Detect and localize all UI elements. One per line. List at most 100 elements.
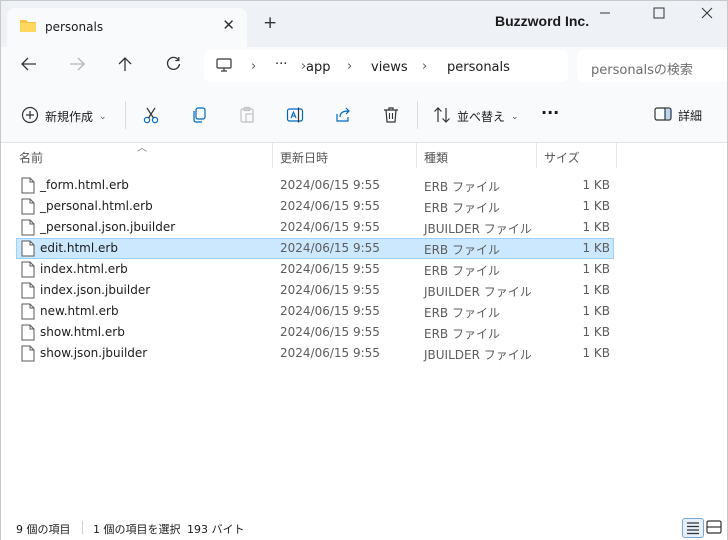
more-options-button[interactable]: ···: [541, 103, 559, 122]
up-arrow-icon[interactable]: [115, 56, 135, 76]
refresh-icon[interactable]: [163, 56, 183, 75]
column-size[interactable]: サイズ: [544, 149, 580, 166]
folder-icon: [19, 18, 37, 36]
file-type: ERB ファイル: [424, 306, 500, 320]
file-size: 1 KB: [582, 178, 610, 192]
details-pane-button[interactable]: 詳細: [654, 106, 702, 125]
file-date: 2024/06/15 9:55: [280, 325, 380, 339]
table-row-selected[interactable]: edit.html.erb 2024/06/15 9:55 ERB ファイル 1…: [16, 238, 614, 259]
table-row[interactable]: index.json.jbuilder 2024/06/15 9:55 JBUI…: [16, 280, 614, 301]
file-date: 2024/06/15 9:55: [280, 199, 380, 213]
maximize-icon[interactable]: [653, 7, 665, 23]
table-row[interactable]: index.html.erb 2024/06/15 9:55 ERB ファイル …: [16, 259, 614, 280]
breadcrumb-views[interactable]: views: [371, 60, 408, 75]
close-tab-icon[interactable]: ✕: [222, 16, 235, 34]
column-divider[interactable]: [536, 143, 537, 168]
forward-arrow-icon[interactable]: [67, 56, 87, 75]
status-selection: 1 個の項目を選択: [93, 523, 181, 536]
minimize-icon[interactable]: [599, 7, 611, 23]
column-divider[interactable]: [416, 143, 417, 168]
file-date: 2024/06/15 9:55: [280, 262, 380, 276]
file-date: 2024/06/15 9:55: [280, 178, 380, 192]
chevron-down-icon: ⌄: [99, 111, 107, 122]
breadcrumb-chevron-icon: ›: [347, 59, 353, 74]
tiles-view-icon: [706, 520, 722, 534]
breadcrumb-app[interactable]: app: [306, 60, 330, 75]
file-date: 2024/06/15 9:55: [280, 304, 380, 318]
details-button-label: 詳細: [678, 109, 703, 123]
breadcrumb-chevron-icon: ›: [251, 59, 257, 74]
back-arrow-icon[interactable]: [19, 56, 39, 75]
file-icon: [21, 219, 35, 239]
status-selection-size: 193 バイト: [187, 523, 245, 536]
column-divider[interactable]: [616, 143, 617, 168]
tiles-view-button[interactable]: [704, 518, 726, 538]
toolbar-divider: [125, 101, 126, 129]
title-bar: personals ✕ + Buzzword Inc.: [1, 1, 727, 47]
column-type[interactable]: 種類: [424, 149, 448, 166]
paste-button[interactable]: [238, 106, 256, 127]
file-name: _form.html.erb: [40, 178, 129, 192]
command-bar: 新規作成 ⌄ 並べ替え ⌄ ··· 詳細: [1, 85, 727, 143]
breadcrumb-chevron-icon: ›: [422, 59, 428, 74]
file-size: 1 KB: [582, 346, 610, 360]
column-date[interactable]: 更新日時: [280, 149, 328, 166]
file-type: ERB ファイル: [424, 327, 500, 341]
details-view-button[interactable]: [682, 518, 704, 538]
file-icon: [21, 324, 35, 344]
tab-personals[interactable]: personals ✕: [7, 8, 247, 47]
table-row[interactable]: show.html.erb 2024/06/15 9:55 ERB ファイル 1…: [16, 322, 614, 343]
file-name: index.html.erb: [40, 262, 128, 276]
file-size: 1 KB: [582, 325, 610, 339]
file-type: JBUILDER ファイル: [424, 285, 532, 299]
file-size: 1 KB: [582, 220, 610, 234]
delete-button[interactable]: [382, 106, 400, 127]
file-icon: [21, 261, 35, 281]
share-button[interactable]: [334, 106, 352, 127]
new-button[interactable]: 新規作成 ⌄: [21, 106, 107, 127]
file-date: 2024/06/15 9:55: [280, 241, 380, 255]
file-icon: [21, 303, 35, 323]
table-row[interactable]: show.json.jbuilder 2024/06/15 9:55 JBUIL…: [16, 343, 614, 364]
file-explorer-window: personals ✕ + Buzzword Inc. › ··· › app …: [0, 0, 728, 540]
file-name: index.json.jbuilder: [40, 283, 151, 297]
file-icon: [21, 240, 35, 260]
file-date: 2024/06/15 9:55: [280, 220, 380, 234]
file-type: JBUILDER ファイル: [424, 222, 532, 236]
copy-icon: [190, 106, 208, 127]
column-name[interactable]: 名前: [19, 149, 43, 166]
copy-button[interactable]: [190, 106, 208, 127]
file-size: 1 KB: [582, 262, 610, 276]
table-row[interactable]: new.html.erb 2024/06/15 9:55 ERB ファイル 1 …: [16, 301, 614, 322]
cut-button[interactable]: [142, 106, 160, 127]
breadcrumb-personals[interactable]: personals: [447, 60, 510, 75]
address-bar[interactable]: › ··· › app › views › personals: [204, 50, 568, 82]
share-icon: [334, 106, 352, 127]
trash-icon: [382, 106, 400, 127]
breadcrumb-overflow[interactable]: ···: [275, 57, 287, 72]
file-date: 2024/06/15 9:55: [280, 346, 380, 360]
details-view-icon: [687, 522, 699, 535]
table-row[interactable]: _personal.json.jbuilder 2024/06/15 9:55 …: [16, 217, 614, 238]
file-size: 1 KB: [582, 283, 610, 297]
file-name: show.html.erb: [40, 325, 125, 339]
close-window-icon[interactable]: [701, 7, 713, 23]
file-icon: [21, 345, 35, 365]
file-name: show.json.jbuilder: [40, 346, 148, 360]
table-row[interactable]: _form.html.erb 2024/06/15 9:55 ERB ファイル …: [16, 175, 614, 196]
scissors-icon: [142, 106, 160, 127]
clipboard-icon: [238, 106, 256, 127]
table-row[interactable]: _personal.html.erb 2024/06/15 9:55 ERB フ…: [16, 196, 614, 217]
navigation-bar: › ··· › app › views › personals personal…: [1, 47, 727, 85]
file-type: ERB ファイル: [424, 264, 500, 278]
file-name: _personal.html.erb: [40, 199, 153, 213]
file-icon: [21, 198, 35, 218]
rename-button[interactable]: [286, 106, 304, 127]
new-tab-button[interactable]: +: [263, 13, 277, 33]
search-input[interactable]: personalsの検索: [577, 50, 727, 82]
column-divider[interactable]: [272, 143, 273, 168]
tab-title: personals: [45, 20, 104, 34]
sort-button[interactable]: 並べ替え ⌄: [433, 106, 519, 127]
file-name: edit.html.erb: [40, 241, 118, 255]
file-size: 1 KB: [582, 241, 610, 255]
